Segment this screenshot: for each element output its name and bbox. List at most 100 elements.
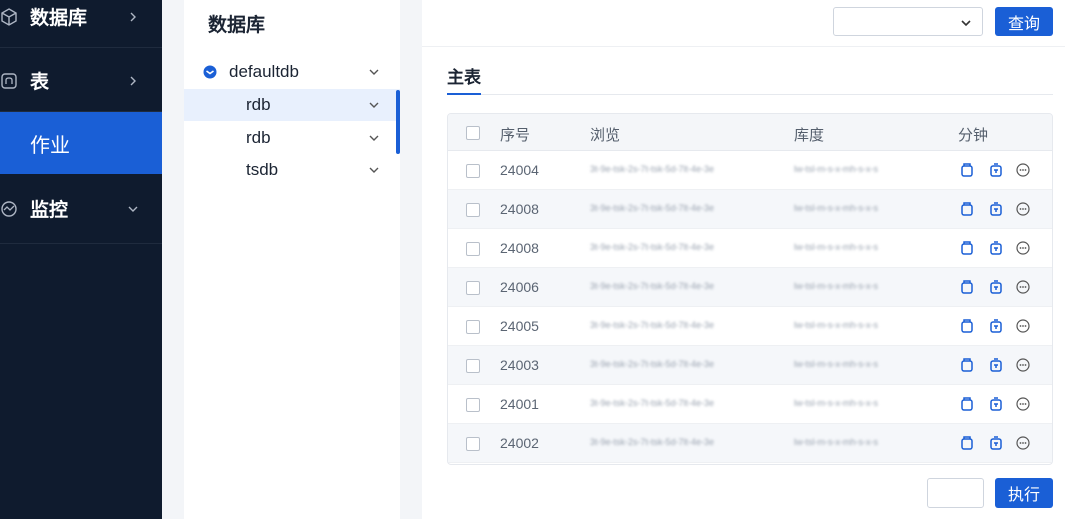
row-checkbox[interactable] (466, 320, 480, 334)
tree-title: 数据库 (208, 15, 266, 36)
tree-node-label: rdb (246, 95, 271, 114)
table-row[interactable]: 24008 3t-9e-tsk-2s-7t-tsk-5d-7lt-4e-3e l… (448, 190, 1052, 229)
table-row[interactable]: 24003 3t-9e-tsk-2s-7t-tsk-5d-7lt-4e-3e l… (448, 346, 1052, 385)
database-select[interactable] (833, 7, 983, 36)
cell-id: 24006 (500, 279, 539, 295)
divider (422, 46, 1065, 47)
cell-id: 24004 (500, 162, 539, 178)
save-icon[interactable] (959, 435, 975, 451)
chevron-down-icon[interactable] (368, 132, 380, 144)
save-icon[interactable] (959, 357, 975, 373)
chevron-right-icon (130, 12, 136, 21)
tree-node-label: defaultdb (229, 62, 299, 81)
sidebar-item-table[interactable]: 表 (0, 50, 162, 112)
save-icon[interactable] (959, 279, 975, 295)
query-button[interactable]: 查询 (995, 7, 1053, 36)
cell-browse: 3t-9e-tsk-2s-7t-tsk-5d-7lt-4e-3e (590, 320, 715, 330)
delete-icon[interactable] (988, 318, 1004, 334)
page-input[interactable] (927, 478, 984, 508)
cell-depth: lw-tsl-m-s-x-mh-s-x-s (794, 242, 878, 252)
tree-node-defaultdb[interactable]: defaultdb (184, 56, 400, 88)
delete-icon[interactable] (988, 396, 1004, 412)
more-icon[interactable] (1015, 279, 1031, 295)
save-icon[interactable] (959, 240, 975, 256)
sidebar-item-label: 数据库 (30, 8, 88, 29)
cell-browse: 3t-9e-tsk-2s-7t-tsk-5d-7lt-4e-3e (590, 203, 715, 213)
cell-id: 24001 (500, 396, 539, 412)
chevron-down-icon[interactable] (368, 66, 380, 78)
chevron-down-icon (961, 20, 971, 27)
row-checkbox[interactable] (466, 203, 480, 217)
cell-depth: lw-tsl-m-s-x-mh-s-x-s (794, 320, 878, 330)
cell-browse: 3t-9e-tsk-2s-7t-tsk-5d-7lt-4e-3e (590, 437, 715, 447)
divider (447, 94, 1053, 95)
save-icon[interactable] (959, 318, 975, 334)
save-icon[interactable] (959, 396, 975, 412)
cell-browse: 3t-9e-tsk-2s-7t-tsk-5d-7lt-4e-3e (590, 398, 715, 408)
cell-browse: 3t-9e-tsk-2s-7t-tsk-5d-7lt-4e-3e (590, 164, 715, 174)
cell-depth: lw-tsl-m-s-x-mh-s-x-s (794, 398, 878, 408)
chevron-down-icon[interactable] (368, 99, 380, 111)
delete-icon[interactable] (988, 162, 1004, 178)
cell-id: 24008 (500, 240, 539, 256)
sidebar-item-monitor[interactable]: 监控 (0, 174, 162, 244)
row-checkbox[interactable] (466, 398, 480, 412)
cell-browse: 3t-9e-tsk-2s-7t-tsk-5d-7lt-4e-3e (590, 359, 715, 369)
row-checkbox[interactable] (466, 359, 480, 373)
column-header: 分钟 (958, 127, 989, 144)
row-checkbox[interactable] (466, 281, 480, 295)
row-checkbox[interactable] (466, 164, 480, 178)
chevron-down-icon[interactable] (368, 164, 380, 176)
more-icon[interactable] (1015, 357, 1031, 373)
cell-depth: lw-tsl-m-s-x-mh-s-x-s (794, 359, 878, 369)
delete-icon[interactable] (988, 357, 1004, 373)
save-icon[interactable] (959, 201, 975, 217)
monitor-icon (1, 200, 17, 217)
column-header: 浏览 (590, 127, 621, 144)
main-panel: 查询 主表 序号 浏览 库度 分钟 24004 3t-9e-tsk-2s-7t-… (422, 0, 1065, 519)
table-row[interactable]: 24005 3t-9e-tsk-2s-7t-tsk-5d-7lt-4e-3e l… (448, 307, 1052, 346)
delete-icon[interactable] (988, 279, 1004, 295)
sidebar-item-label: 作业 (30, 134, 70, 157)
sidebar-item-label: 表 (30, 72, 50, 93)
sidebar-item-jobs[interactable]: 作业 (0, 112, 162, 174)
delete-icon[interactable] (988, 240, 1004, 256)
tree-node-tsdb[interactable]: tsdb (184, 154, 400, 186)
table-icon (1, 72, 17, 89)
tree-node-rdb[interactable]: rdb (184, 89, 400, 121)
save-icon[interactable] (959, 162, 975, 178)
sidebar-item-database[interactable]: 数据库 (0, 0, 162, 48)
delete-icon[interactable] (988, 435, 1004, 451)
table-row[interactable]: 24008 3t-9e-tsk-2s-7t-tsk-5d-7lt-4e-3e l… (448, 229, 1052, 268)
column-header: 库度 (794, 127, 825, 144)
table-header: 序号 浏览 库度 分钟 (448, 114, 1052, 151)
cell-browse: 3t-9e-tsk-2s-7t-tsk-5d-7lt-4e-3e (590, 281, 715, 291)
more-icon[interactable] (1015, 396, 1031, 412)
execute-button[interactable]: 执行 (995, 478, 1053, 508)
cell-id: 24008 (500, 201, 539, 217)
tree-node-rdb[interactable]: rdb (184, 122, 400, 154)
cell-id: 24005 (500, 318, 539, 334)
sidebar: 数据库 表 作业 监控 (0, 0, 162, 519)
cell-id: 24002 (500, 435, 539, 451)
jobs-table: 序号 浏览 库度 分钟 24004 3t-9e-tsk-2s-7t-tsk-5d… (447, 113, 1053, 465)
table-row[interactable]: 24004 3t-9e-tsk-2s-7t-tsk-5d-7lt-4e-3e l… (448, 151, 1052, 190)
more-icon[interactable] (1015, 240, 1031, 256)
cell-depth: lw-tsl-m-s-x-mh-s-x-s (794, 203, 878, 213)
more-icon[interactable] (1015, 318, 1031, 334)
table-row[interactable]: 24001 3t-9e-tsk-2s-7t-tsk-5d-7lt-4e-3e l… (448, 385, 1052, 424)
row-checkbox[interactable] (466, 242, 480, 256)
table-row[interactable]: 24002 3t-9e-tsk-2s-7t-tsk-5d-7lt-4e-3e l… (448, 424, 1052, 463)
tree-scrollbar[interactable] (396, 90, 400, 154)
more-icon[interactable] (1015, 435, 1031, 451)
delete-icon[interactable] (988, 201, 1004, 217)
section-tab-indicator (447, 93, 481, 95)
more-icon[interactable] (1015, 162, 1031, 178)
database-tree-panel: 数据库 defaultdb rdb rdb tsdb (184, 0, 400, 519)
chevron-down-icon (128, 206, 138, 212)
row-checkbox[interactable] (466, 437, 480, 451)
table-row[interactable]: 24006 3t-9e-tsk-2s-7t-tsk-5d-7lt-4e-3e l… (448, 268, 1052, 307)
cell-depth: lw-tsl-m-s-x-mh-s-x-s (794, 437, 878, 447)
select-all-checkbox[interactable] (466, 126, 480, 140)
more-icon[interactable] (1015, 201, 1031, 217)
